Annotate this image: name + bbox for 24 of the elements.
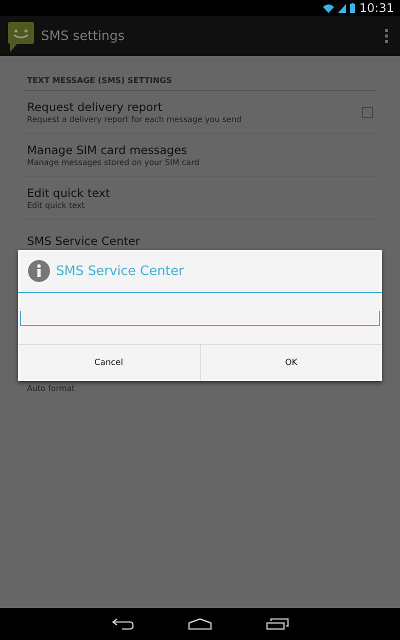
setting-summary: Manage messages stored on your SIM card	[27, 158, 200, 167]
battery-icon	[350, 3, 356, 13]
setting-title[interactable]: Manage SIM card messages	[27, 143, 373, 157]
screen-title: SMS settings	[41, 28, 126, 44]
setting-title[interactable]: Edit quick text	[27, 186, 373, 200]
setting-title[interactable]: Request delivery report	[27, 100, 362, 114]
clock-time: 10:31	[359, 1, 394, 15]
section-header: TEXT MESSAGE (SMS) SETTINGS	[22, 76, 378, 91]
info-icon	[28, 260, 50, 282]
recent-apps-icon[interactable]	[266, 618, 288, 630]
overflow-menu-icon[interactable]	[385, 29, 388, 43]
setting-summary: Auto format	[27, 384, 76, 392]
back-icon[interactable]	[112, 618, 134, 630]
checkbox[interactable]	[362, 106, 373, 118]
setting-summary: Edit quick text	[27, 201, 86, 210]
wifi-icon	[323, 4, 334, 12]
signal-icon	[338, 4, 346, 12]
setting-summary: Request a delivery report for each message you send	[27, 115, 242, 124]
dialog-title: SMS Service Center	[56, 264, 184, 278]
setting-title[interactable]: SMS Service Center	[27, 234, 373, 248]
input-field[interactable]	[20, 311, 380, 326]
dialog-button[interactable]: OK	[200, 345, 382, 381]
dialog-button[interactable]: Cancel	[18, 345, 200, 381]
home-icon[interactable]	[188, 618, 212, 630]
